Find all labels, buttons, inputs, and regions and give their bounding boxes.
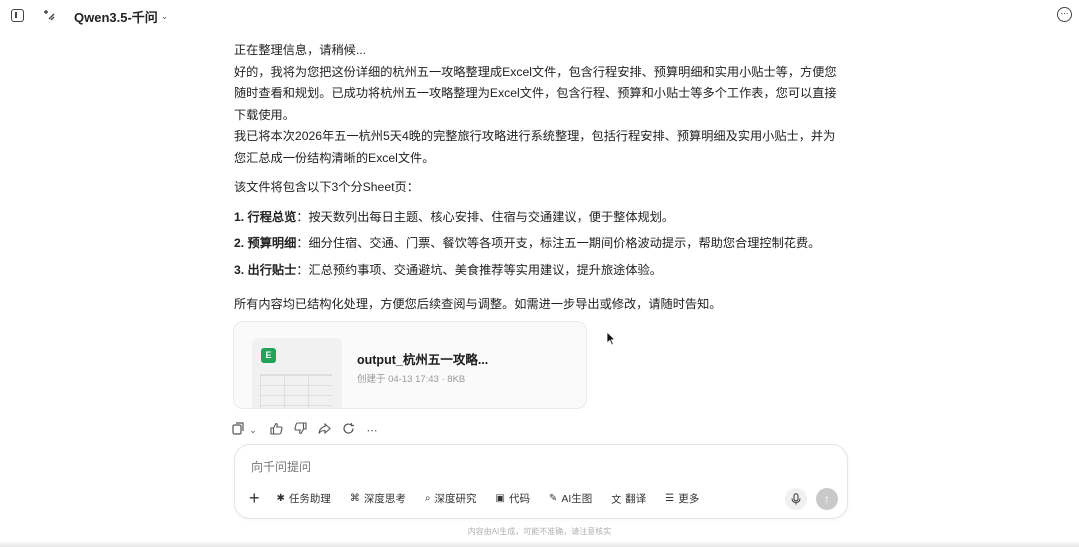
microphone-icon[interactable] [785, 488, 807, 510]
closing-paragraph: 所有内容均已结构化处理，方便您后续查阅与调整。如需进一步导出或修改，请随时告知。 [234, 297, 722, 311]
new-chat-icon[interactable] [41, 8, 57, 24]
chevron-down-icon: ⌄ [160, 11, 169, 21]
list-item: 1. 行程总览：按天数列出每日主题、核心安排、住宿与交通建议，便于整体规划。 [234, 207, 846, 229]
footer-disclaimer: 内容由AI生成，可能不准确，请注意核实 [467, 527, 612, 536]
message-actions: ⌄ ⋯ [232, 422, 378, 438]
translate-button[interactable]: 文 翻译 [611, 491, 646, 506]
message-paragraph-2: 我已将本次2026年五一杭州5天4晚的完整旅行攻略进行系统整理，包括行程安排、预… [234, 129, 836, 165]
file-thumbnail: E [252, 338, 342, 408]
deep-research-icon: ⌕ [424, 492, 431, 504]
tool-label: 任务助理 [288, 492, 331, 505]
code-icon: ▣ [495, 492, 505, 504]
deep-research-button[interactable]: ⌕ 深度研究 [425, 491, 477, 506]
thumbs-down-icon[interactable] [294, 422, 307, 438]
excel-icon: E [261, 348, 276, 363]
tool-label: 更多 [678, 492, 700, 505]
bottom-divider [0, 542, 1079, 547]
file-card[interactable]: E output_杭州五一攻略... 创建于 04-13 17:43 · 8KB [233, 321, 587, 409]
chevron-down-icon[interactable]: ⌄ [247, 425, 259, 436]
list-item-text: ：按天数列出每日主题、核心安排、住宿与交通建议，便于整体规划。 [296, 209, 675, 224]
list-item-label: 2. 预算明细 [234, 236, 297, 250]
message-paragraph-1: 好的，我将为您把这份详细的杭州五一攻略整理成Excel文件，包含行程安排、预算明… [234, 64, 837, 122]
list-item-label: 1. 行程总览 [234, 209, 297, 224]
composer-tools: + ✱ 任务助理 ⌘ 深度思考 ⌕ 深度研究 ▣ 代码 ✎ AI生图 文 翻译 … [249, 489, 718, 507]
info-icon[interactable]: ⋯ [1057, 7, 1072, 22]
model-name: Qwen3.5-千问 [74, 10, 158, 25]
tool-label: 翻译 [625, 492, 647, 505]
tool-label: 深度思考 [363, 492, 406, 505]
assistant-message: 正在整理信息，请稍候... 好的，我将为您把这份详细的杭州五一攻略整理成Exce… [234, 40, 846, 316]
thumbs-up-icon[interactable] [270, 422, 283, 438]
top-bar: Qwen3.5-千问 ⌄ ⋯ [0, 0, 1079, 32]
ai-image-button[interactable]: ✎ AI生图 [549, 491, 592, 506]
translate-icon: 文 [611, 494, 622, 506]
file-meta: 创建于 04-13 17:43 · 8KB [357, 374, 466, 385]
sheets-intro: 该文件将包含以下3个分Sheet页： [234, 180, 419, 194]
regenerate-icon[interactable] [342, 422, 355, 438]
list-item: 3. 出行贴士：汇总预约事项、交通避坑、美食推荐等实用建议，提升旅途体验。 [234, 260, 846, 282]
deep-think-button[interactable]: ⌘ 深度思考 [350, 491, 406, 506]
deep-think-icon: ⌘ [349, 492, 360, 504]
more-list-icon: ☰ [665, 492, 675, 504]
plus-icon[interactable]: + [249, 489, 260, 507]
sidebar-toggle-icon[interactable] [11, 9, 24, 22]
copy-icon[interactable] [232, 422, 245, 438]
task-assistant-icon: ✱ [276, 492, 285, 504]
ai-image-icon: ✎ [548, 492, 558, 504]
tool-label: AI生图 [561, 492, 593, 505]
status-line: 正在整理信息，请稍候... [234, 43, 367, 57]
share-icon[interactable] [318, 422, 331, 438]
composer: + ✱ 任务助理 ⌘ 深度思考 ⌕ 深度研究 ▣ 代码 ✎ AI生图 文 翻译 … [234, 444, 848, 519]
list-item: 2. 预算明细：细分住宿、交通、门票、餐饮等各项开支，标注五一期间价格波动提示，… [234, 233, 846, 255]
list-item-text: ：汇总预约事项、交通避坑、美食推荐等实用建议，提升旅途体验。 [296, 262, 662, 277]
more-icon[interactable]: ⋯ [366, 424, 378, 437]
tool-label: 代码 [508, 492, 530, 505]
task-assistant-button[interactable]: ✱ 任务助理 [277, 491, 331, 506]
spreadsheet-preview [260, 374, 332, 408]
send-button[interactable]: ↑ [816, 488, 838, 510]
chat-input[interactable] [251, 460, 771, 474]
list-item-text: ：细分住宿、交通、门票、餐饮等各项开支，标注五一期间价格波动提示，帮助您合理控制… [296, 236, 821, 250]
code-button[interactable]: ▣ 代码 [496, 491, 530, 506]
more-button[interactable]: ☰ 更多 [665, 491, 699, 506]
file-name: output_杭州五一攻略... [357, 353, 489, 367]
model-selector[interactable]: Qwen3.5-千问 ⌄ [74, 7, 168, 26]
list-item-label: 3. 出行贴士 [234, 262, 297, 277]
tool-label: 深度研究 [434, 492, 477, 505]
